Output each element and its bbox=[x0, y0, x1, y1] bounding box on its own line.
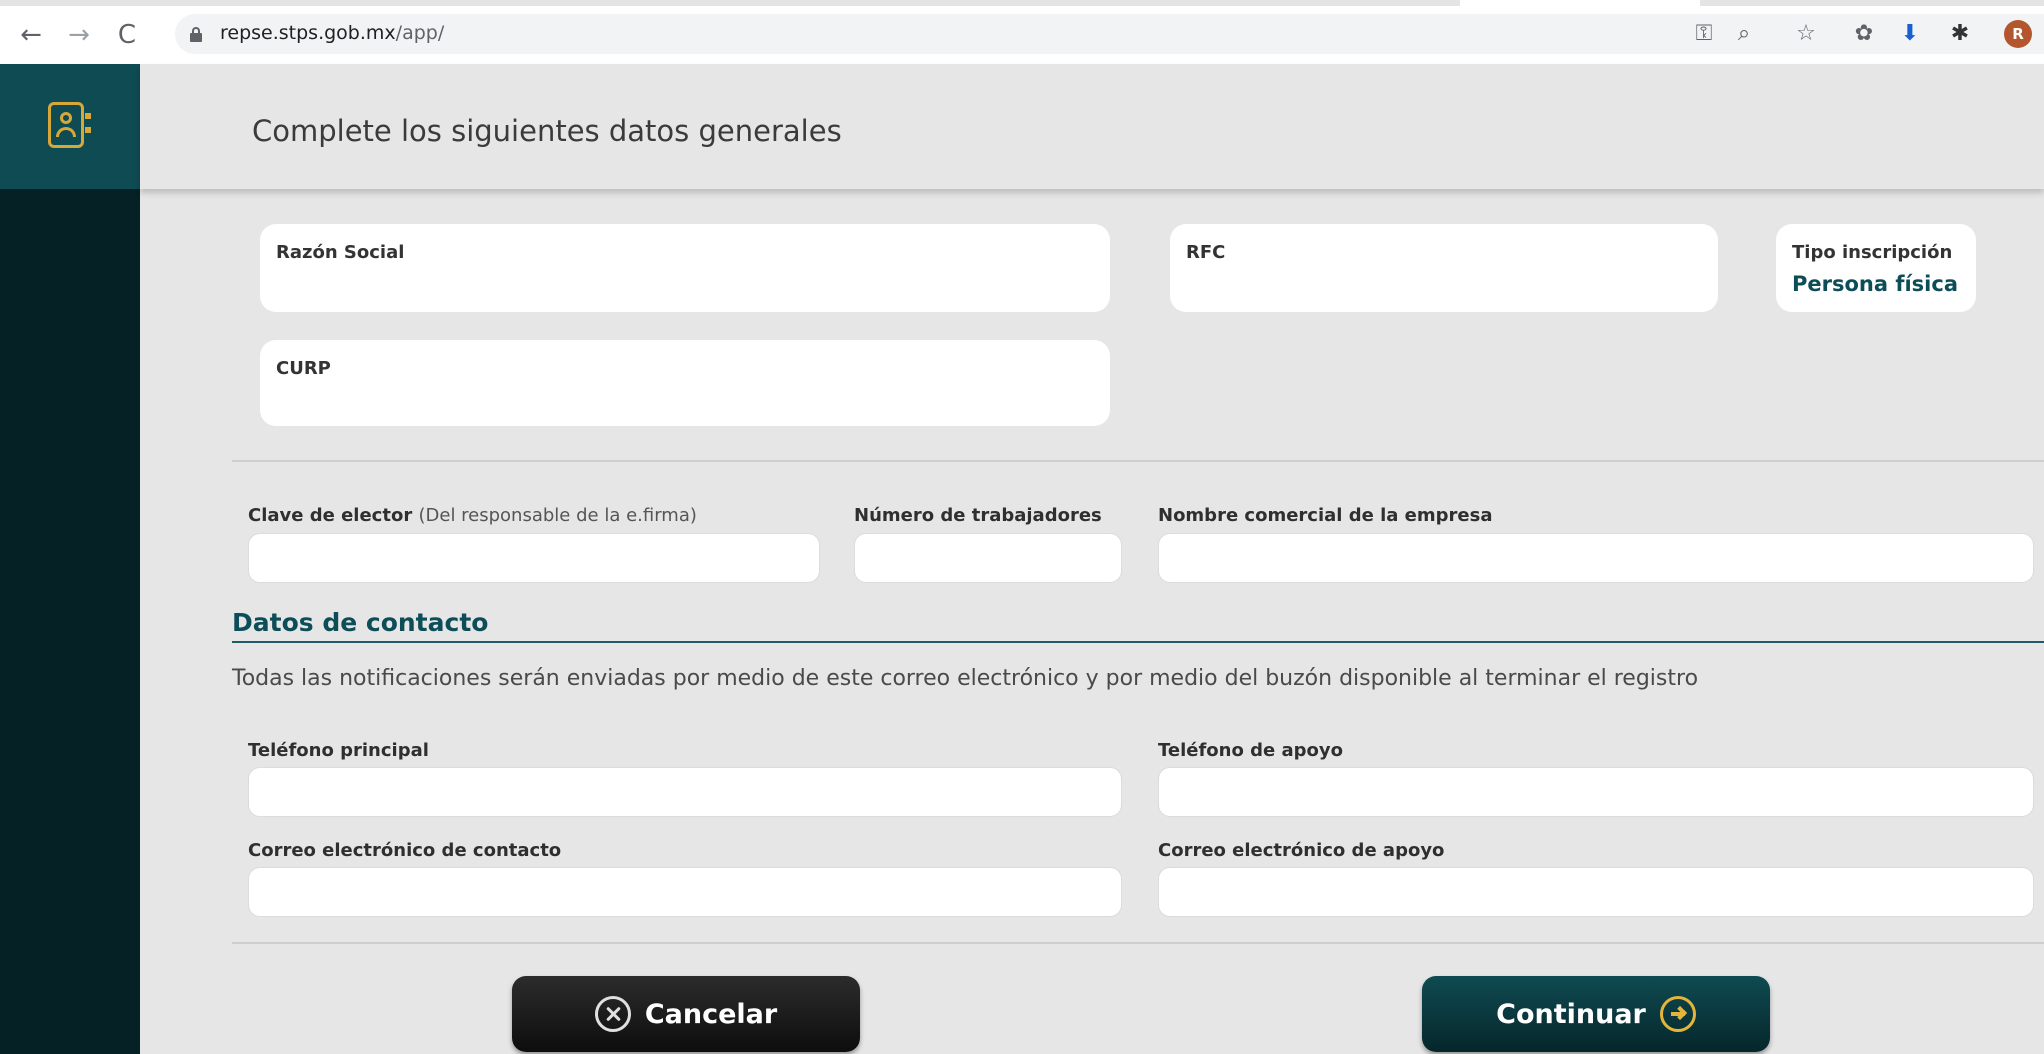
url-host: repse.stps.gob.mx bbox=[220, 22, 396, 44]
correo-contacto-label: Correo electrónico de contacto bbox=[248, 840, 562, 861]
datos-contacto-rule bbox=[232, 641, 2044, 643]
clave-elector-label-text: Clave de elector bbox=[248, 505, 413, 526]
url-path: /app/ bbox=[395, 22, 445, 44]
key-icon[interactable]: ⚿ bbox=[1692, 22, 1716, 46]
cancel-button-label: Cancelar bbox=[644, 998, 778, 1030]
nombre-comercial-label: Nombre comercial de la empresa bbox=[1158, 505, 1493, 526]
puzzle-icon[interactable]: ✱ bbox=[1948, 22, 1972, 46]
razon-social-label: Razón Social bbox=[276, 242, 405, 263]
razon-social-card: Razón Social bbox=[260, 224, 1110, 312]
telefono-apoyo-label: Teléfono de apoyo bbox=[1158, 740, 1343, 761]
address-bar[interactable] bbox=[175, 14, 2044, 54]
page-title: Complete los siguientes datos generales bbox=[252, 114, 842, 148]
star-icon[interactable]: ☆ bbox=[1794, 22, 1818, 46]
rfc-card: RFC bbox=[1170, 224, 1718, 312]
actions-divider bbox=[232, 942, 2044, 944]
sidebar bbox=[0, 64, 140, 1054]
continue-button[interactable]: Continuar bbox=[1422, 976, 1770, 1052]
rfc-label: RFC bbox=[1186, 242, 1226, 263]
profile-avatar[interactable]: R bbox=[2004, 20, 2032, 48]
url-text[interactable]: repse.stps.gob.mx/app/ bbox=[220, 22, 444, 44]
contact-book-icon bbox=[48, 102, 91, 148]
tab-strip-edge-right bbox=[1700, 0, 2044, 6]
extension-icon[interactable]: ✿ bbox=[1852, 22, 1876, 46]
close-circle-icon bbox=[594, 996, 631, 1032]
correo-apoyo-label: Correo electrónico de apoyo bbox=[1158, 840, 1445, 861]
nombre-comercial-input[interactable] bbox=[1158, 533, 2034, 583]
telefono-principal-label: Teléfono principal bbox=[248, 740, 429, 761]
clave-elector-hint: (Del responsable de la e.firma) bbox=[418, 505, 697, 526]
download-icon[interactable]: ⬇ bbox=[1898, 22, 1922, 46]
tipo-inscripcion-card: Tipo inscripción Persona física bbox=[1776, 224, 1976, 312]
reload-icon[interactable]: C bbox=[112, 20, 142, 50]
numero-trabajadores-label: Número de trabajadores bbox=[854, 505, 1102, 526]
back-arrow-icon[interactable]: ← bbox=[16, 20, 46, 50]
telefono-principal-input[interactable] bbox=[248, 767, 1122, 817]
continue-button-label: Continuar bbox=[1496, 998, 1646, 1030]
curp-card: CURP bbox=[260, 340, 1110, 426]
arrow-right-circle-icon bbox=[1659, 996, 1696, 1032]
clave-elector-input[interactable] bbox=[248, 533, 820, 583]
curp-label: CURP bbox=[276, 358, 331, 379]
section-divider bbox=[232, 460, 2044, 462]
datos-contacto-title: Datos de contacto bbox=[232, 608, 489, 637]
tipo-inscripcion-value: Persona física bbox=[1792, 272, 1959, 296]
telefono-apoyo-input[interactable] bbox=[1158, 767, 2034, 817]
correo-contacto-input[interactable] bbox=[248, 867, 1122, 917]
zoom-icon[interactable]: ⌕ bbox=[1732, 22, 1756, 46]
clave-elector-label: Clave de elector (Del responsable de la … bbox=[248, 505, 697, 526]
cancel-button[interactable]: Cancelar bbox=[512, 976, 860, 1052]
datos-contacto-note: Todas las notificaciones serán enviadas … bbox=[232, 666, 1699, 691]
lock-icon[interactable] bbox=[190, 27, 202, 42]
correo-apoyo-input[interactable] bbox=[1158, 867, 2034, 917]
browser-toolbar: ← → C repse.stps.gob.mx/app/ ⚿ ⌕ ☆ ✿ ⬇ ✱… bbox=[0, 0, 2044, 64]
numero-trabajadores-input[interactable] bbox=[854, 533, 1122, 583]
tipo-inscripcion-label: Tipo inscripción bbox=[1792, 242, 1953, 263]
forward-arrow-icon[interactable]: → bbox=[64, 20, 94, 50]
tab-strip-edge bbox=[0, 0, 1460, 6]
